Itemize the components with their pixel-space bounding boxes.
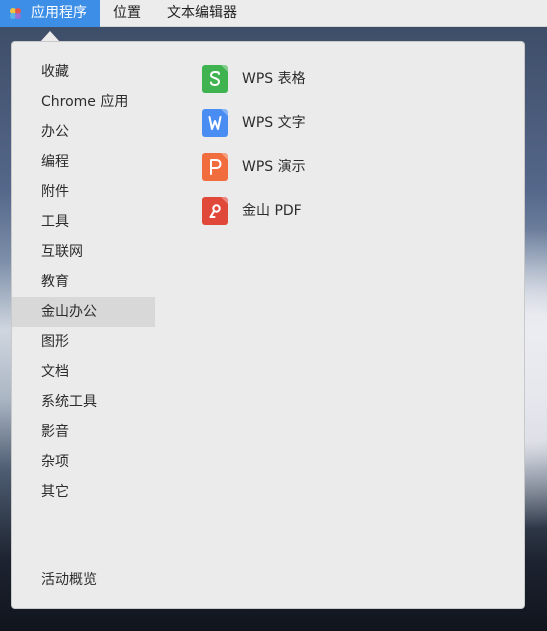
category-label: 图形	[41, 334, 69, 350]
app-launcher-item[interactable]: 金山 PDF	[202, 196, 502, 226]
category-item[interactable]: 系统工具	[12, 387, 155, 417]
app-label: 金山 PDF	[242, 203, 302, 219]
category-item[interactable]: 互联网	[12, 237, 155, 267]
app-label: WPS 表格	[242, 71, 306, 87]
app-label: WPS 演示	[242, 159, 306, 175]
category-label: 金山办公	[41, 304, 97, 320]
wps-spreadsheet-icon	[202, 65, 228, 93]
wps-writer-icon	[202, 109, 228, 137]
category-label: 影音	[41, 424, 69, 440]
category-label: 教育	[41, 274, 69, 290]
category-item[interactable]: 收藏	[12, 57, 155, 87]
category-label: 系统工具	[41, 394, 97, 410]
category-label: 文档	[41, 364, 69, 380]
category-label: 编程	[41, 154, 69, 170]
category-label: 工具	[41, 214, 69, 230]
app-launcher-item[interactable]: WPS 表格	[202, 64, 502, 94]
category-item[interactable]: 影音	[12, 417, 155, 447]
category-label: 收藏	[41, 64, 69, 80]
category-item[interactable]: 附件	[12, 177, 155, 207]
category-item[interactable]: 编程	[12, 147, 155, 177]
wps-presentation-icon	[202, 153, 228, 181]
category-item[interactable]: 其它	[12, 477, 155, 507]
app-label: WPS 文字	[242, 115, 306, 131]
category-label: 附件	[41, 184, 69, 200]
category-item[interactable]: 工具	[12, 207, 155, 237]
category-label: 互联网	[41, 244, 83, 260]
text-editor-menu-button[interactable]: 文本编辑器	[167, 0, 237, 27]
applications-menu-button[interactable]: 应用程序	[0, 0, 100, 27]
places-menu-button[interactable]: 位置	[113, 0, 141, 27]
category-item[interactable]: 教育	[12, 267, 155, 297]
activities-overview-item[interactable]: 活动概览	[41, 565, 97, 595]
category-label: 办公	[41, 124, 69, 140]
applications-icon	[10, 8, 21, 19]
applications-menu-label: 应用程序	[31, 5, 87, 21]
category-item[interactable]: 办公	[12, 117, 155, 147]
app-launcher-item[interactable]: WPS 文字	[202, 108, 502, 138]
category-item[interactable]: 金山办公	[12, 297, 155, 327]
app-launcher-item[interactable]: WPS 演示	[202, 152, 502, 182]
category-item[interactable]: 杂项	[12, 447, 155, 477]
category-label: Chrome 应用	[41, 94, 129, 110]
category-item[interactable]: 图形	[12, 327, 155, 357]
top-panel: 应用程序 位置 文本编辑器	[0, 0, 547, 27]
category-item[interactable]: 文档	[12, 357, 155, 387]
category-label: 杂项	[41, 454, 69, 470]
kingsoft-pdf-icon	[202, 197, 228, 225]
category-label: 其它	[41, 484, 69, 500]
category-item[interactable]: Chrome 应用	[12, 87, 155, 117]
applications-menu-panel: 收藏 Chrome 应用 办公编程附件工具互联网教育金山办公图形文档系统工具影音杂项…	[11, 41, 525, 609]
